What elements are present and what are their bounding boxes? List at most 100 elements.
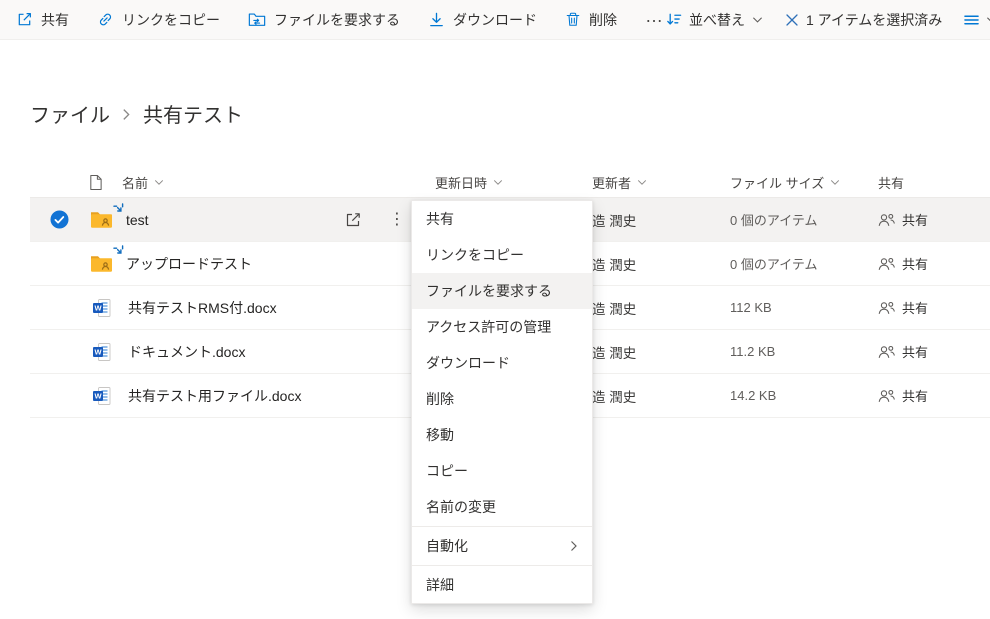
file-name[interactable]: アップロードテスト <box>126 254 252 274</box>
chevron-right-icon <box>122 106 131 121</box>
column-header-modified[interactable]: 更新日時 <box>435 173 580 192</box>
request-files-button[interactable]: ファイルを要求する <box>248 10 400 30</box>
document-icon <box>88 174 103 191</box>
people-icon <box>878 301 895 315</box>
menu-item-copy-link[interactable]: リンクをコピー <box>412 237 592 273</box>
sharing-label: 共有 <box>902 254 928 273</box>
menu-item-request-files[interactable]: ファイルを要求する <box>412 273 592 309</box>
download-button-label: ダウンロード <box>453 10 537 30</box>
share-button-label: 共有 <box>41 10 69 30</box>
download-icon <box>428 11 445 28</box>
chevron-right-icon <box>570 540 578 552</box>
menu-item-download[interactable]: ダウンロード <box>412 345 592 381</box>
modified-by-cell: 造 潤史 <box>580 386 730 406</box>
column-header-sharing-label: 共有 <box>878 173 904 192</box>
name-cell: W ドキュメント.docx <box>88 330 435 373</box>
more-icon: … <box>645 11 665 21</box>
menu-item-copy[interactable]: コピー <box>412 453 592 489</box>
selection-status-label: 1 アイテムを選択済み <box>806 10 942 30</box>
file-name[interactable]: 共有テスト用ファイル.docx <box>128 386 301 406</box>
name-cell: アップロードテスト <box>88 242 435 285</box>
share-icon[interactable] <box>344 211 362 229</box>
request-files-icon <box>248 11 266 28</box>
menu-item-delete[interactable]: 削除 <box>412 381 592 417</box>
shared-folder-icon <box>90 254 114 273</box>
svg-text:W: W <box>94 303 102 312</box>
sort-icon <box>665 11 682 28</box>
delete-button-label: 削除 <box>589 10 617 30</box>
file-name[interactable]: ドキュメント.docx <box>128 342 245 362</box>
delete-icon <box>565 11 581 28</box>
copy-link-button[interactable]: リンクをコピー <box>97 10 220 30</box>
copy-link-icon <box>97 11 114 28</box>
word-file-icon: W <box>92 386 116 406</box>
column-header-modified-label: 更新日時 <box>435 173 487 192</box>
file-size-cell: 0 個のアイテム <box>730 254 878 273</box>
list-view-icon <box>964 14 979 26</box>
command-bar-left: 共有 リンクをコピー ファイルを要求する ダウンロード <box>16 10 665 30</box>
name-cell: test ⋮ <box>88 198 435 241</box>
column-header-name-label: 名前 <box>122 173 148 192</box>
sharing-cell[interactable]: 共有 <box>878 210 990 229</box>
menu-item-details[interactable]: 詳細 <box>412 567 592 603</box>
column-header-file-size-label: ファイル サイズ <box>730 173 824 192</box>
breadcrumb-files[interactable]: ファイル <box>30 99 110 128</box>
file-name[interactable]: 共有テストRMS付.docx <box>128 298 277 318</box>
file-name[interactable]: test <box>126 212 149 228</box>
row-hover-actions: ⋮ <box>344 198 405 241</box>
menu-item-move[interactable]: 移動 <box>412 417 592 453</box>
name-cell: W 共有テストRMS付.docx <box>88 286 435 329</box>
item-context-menu: 共有 リンクをコピー ファイルを要求する アクセス許可の管理 ダウンロード 削除… <box>411 200 593 604</box>
modified-by-cell: 造 潤史 <box>580 298 730 318</box>
people-icon <box>878 257 895 271</box>
modified-by-cell: 造 潤史 <box>580 254 730 274</box>
file-size-cell: 0 個のアイテム <box>730 210 878 229</box>
file-size-cell: 112 KB <box>730 300 878 315</box>
breadcrumb-current-folder: 共有テスト <box>143 99 243 128</box>
menu-item-share[interactable]: 共有 <box>412 201 592 237</box>
sharing-label: 共有 <box>902 210 928 229</box>
people-icon <box>878 389 895 403</box>
shared-folder-icon <box>90 210 114 229</box>
share-icon <box>16 11 33 28</box>
sort-button-label: 並べ替え <box>689 10 745 30</box>
svg-text:W: W <box>94 391 102 400</box>
menu-divider <box>412 526 592 527</box>
menu-item-manage-access[interactable]: アクセス許可の管理 <box>412 309 592 345</box>
column-header-sharing[interactable]: 共有 <box>878 173 990 192</box>
more-commands-button[interactable]: … <box>645 11 665 29</box>
onedrive-file-browser: 共有 リンクをコピー ファイルを要求する ダウンロード <box>0 0 990 619</box>
command-bar-right: 並べ替え 1 アイテムを選択済み <box>665 10 990 30</box>
menu-divider <box>412 565 592 566</box>
row-checkbox-selected[interactable] <box>30 210 88 229</box>
column-header-name[interactable]: 名前 <box>88 173 435 192</box>
sharing-cell[interactable]: 共有 <box>878 386 990 405</box>
people-icon <box>878 345 895 359</box>
new-item-icon <box>113 203 126 216</box>
sharing-cell[interactable]: 共有 <box>878 254 990 273</box>
breadcrumb: ファイル 共有テスト <box>30 99 243 128</box>
request-files-button-label: ファイルを要求する <box>274 10 400 30</box>
command-bar: 共有 リンクをコピー ファイルを要求する ダウンロード <box>0 0 990 40</box>
file-list-header: 名前 更新日時 更新者 ファイル サイズ 共有 <box>30 168 990 198</box>
download-button[interactable]: ダウンロード <box>428 10 537 30</box>
sharing-cell[interactable]: 共有 <box>878 298 990 317</box>
sharing-label: 共有 <box>902 386 928 405</box>
column-header-file-size[interactable]: ファイル サイズ <box>730 173 878 192</box>
more-actions-icon[interactable]: ⋮ <box>389 212 405 228</box>
selection-status: 1 アイテムを選択済み <box>785 10 942 30</box>
sort-button[interactable]: 並べ替え <box>665 10 763 30</box>
delete-button[interactable]: 削除 <box>565 10 617 30</box>
new-item-icon <box>113 245 126 258</box>
share-button[interactable]: 共有 <box>16 10 69 30</box>
file-size-cell: 14.2 KB <box>730 388 878 403</box>
svg-text:W: W <box>94 347 102 356</box>
menu-item-automate[interactable]: 自動化 <box>412 528 592 564</box>
column-header-modified-by[interactable]: 更新者 <box>580 173 730 192</box>
view-switcher-button[interactable] <box>964 14 990 26</box>
clear-selection-icon[interactable] <box>785 13 799 27</box>
menu-item-rename[interactable]: 名前の変更 <box>412 489 592 525</box>
name-cell: W 共有テスト用ファイル.docx <box>88 374 435 417</box>
sharing-cell[interactable]: 共有 <box>878 342 990 361</box>
chevron-down-icon <box>986 16 990 24</box>
